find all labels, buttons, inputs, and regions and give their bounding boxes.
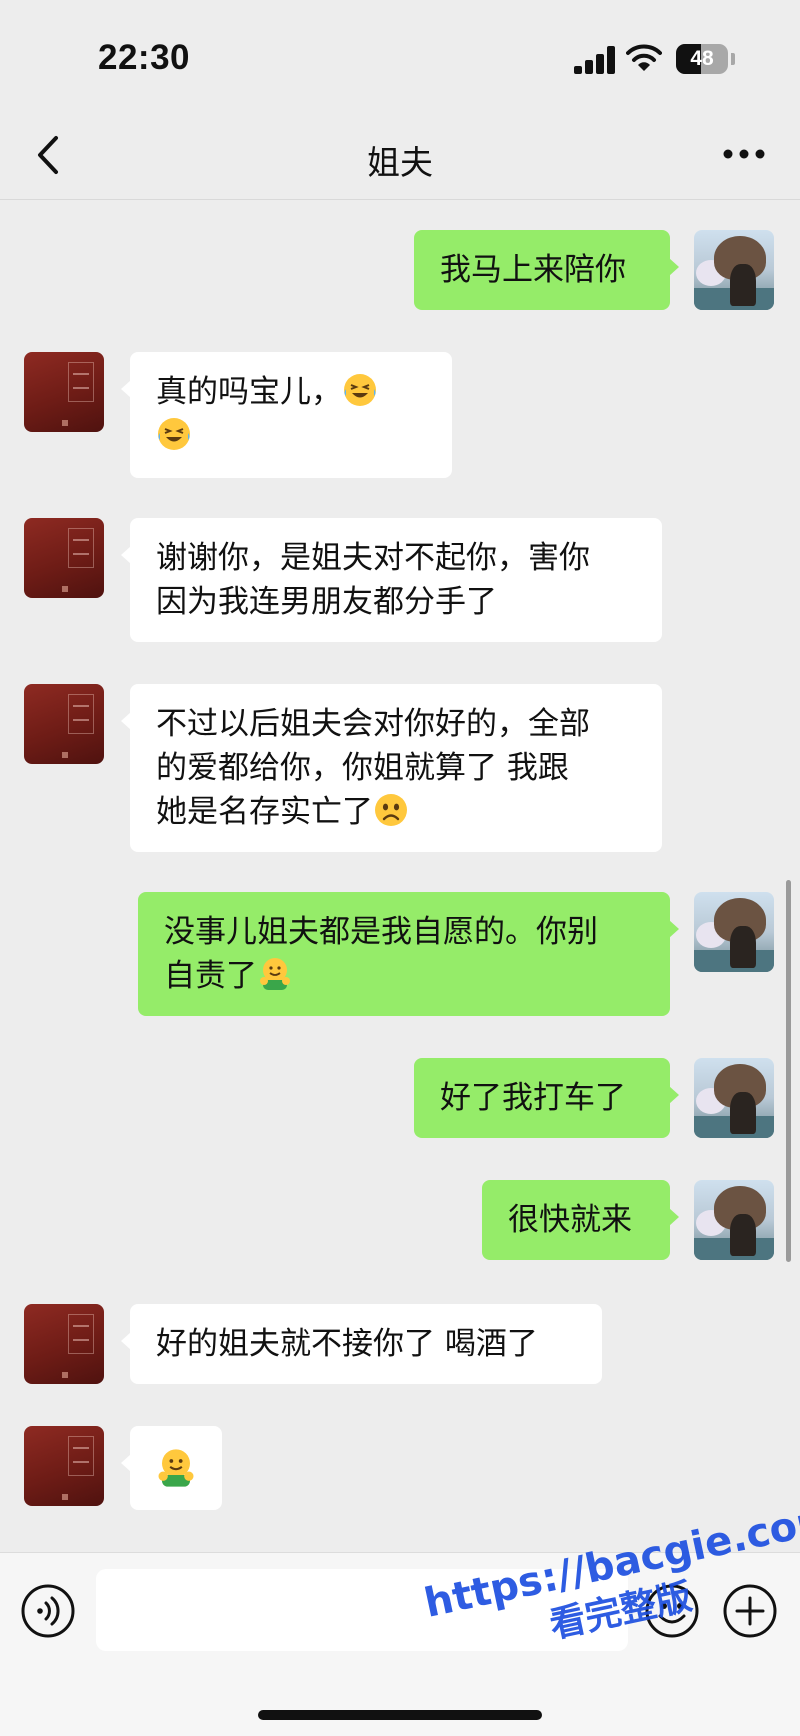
hug-face-emoji-icon: [158, 1449, 194, 1487]
status-bar: 22:30 48: [0, 0, 800, 110]
avatar-contact[interactable]: [24, 1304, 104, 1384]
message-input[interactable]: [96, 1569, 628, 1651]
message-bubble-sent[interactable]: 没事儿姐夫都是我自愿的。你别 自责了: [138, 892, 679, 1016]
avatar-self[interactable]: [694, 1058, 774, 1138]
message-bubble-sent[interactable]: 很快就来: [482, 1180, 679, 1260]
battery-level: 48: [690, 47, 714, 70]
message-text: 没事儿姐夫都是我自愿的。你别 自责了: [164, 914, 598, 994]
message-bubble-received[interactable]: 真的吗宝儿，: [121, 352, 452, 478]
frowning-face-emoji-icon: [375, 794, 407, 826]
avatar-contact[interactable]: [24, 1426, 104, 1506]
message-bubble-sent[interactable]: 好了我打车了: [414, 1058, 679, 1138]
avatar-contact[interactable]: [24, 352, 104, 432]
message-bubble-received[interactable]: 不过以后姐夫会对你好的，全部 的爱都给你，你姐就算了 我跟 她是名存实亡了: [121, 684, 662, 852]
avatar-self[interactable]: [694, 1180, 774, 1260]
status-time: 22:30: [98, 38, 191, 77]
scrollbar[interactable]: [786, 880, 791, 1262]
battery-tip: [731, 53, 735, 65]
home-indicator: [258, 1710, 542, 1720]
voice-icon[interactable]: [20, 1583, 76, 1639]
battery-icon: 48: [676, 44, 728, 74]
plus-icon[interactable]: [722, 1583, 778, 1639]
more-icon[interactable]: [718, 134, 770, 174]
message-bubble-sent[interactable]: 我马上来陪你: [414, 230, 679, 310]
message-bubble-received[interactable]: 好的姐夫就不接你了 喝酒了: [121, 1304, 602, 1384]
chat-header: 姐夫: [0, 110, 800, 200]
message-bubble-received[interactable]: [121, 1426, 222, 1510]
signal-icon: [574, 46, 616, 74]
avatar-self[interactable]: [694, 230, 774, 310]
wifi-icon: [626, 44, 662, 71]
avatar-contact[interactable]: [24, 684, 104, 764]
grinning-squint-tears-emoji-icon: [344, 374, 376, 406]
chat-title: 姐夫: [367, 143, 433, 182]
message-text: 好的姐夫就不接你了 喝酒了: [156, 1326, 538, 1362]
message-text: 很快就来: [508, 1202, 632, 1238]
avatar-self[interactable]: [694, 892, 774, 972]
message-text: 真的吗宝儿，: [156, 374, 342, 410]
message-text: 谢谢你，是姐夫对不起你，害你 因为我连男朋友都分手了: [156, 540, 590, 620]
avatar-contact[interactable]: [24, 518, 104, 598]
message-bubble-received[interactable]: 谢谢你，是姐夫对不起你，害你 因为我连男朋友都分手了: [121, 518, 662, 642]
hug-face-emoji-icon: [260, 958, 290, 990]
message-list[interactable]: 我马上来陪你 真的吗宝儿， 谢谢你，是姐夫对不起你，害你 因为我连男朋友都分手了…: [0, 200, 800, 1552]
message-text: 好了我打车了: [440, 1080, 626, 1116]
emoji-icon[interactable]: [644, 1583, 700, 1639]
input-bar: [0, 1552, 800, 1736]
message-text: 我马上来陪你: [440, 252, 626, 288]
grinning-squint-tears-emoji-icon: [158, 418, 190, 450]
